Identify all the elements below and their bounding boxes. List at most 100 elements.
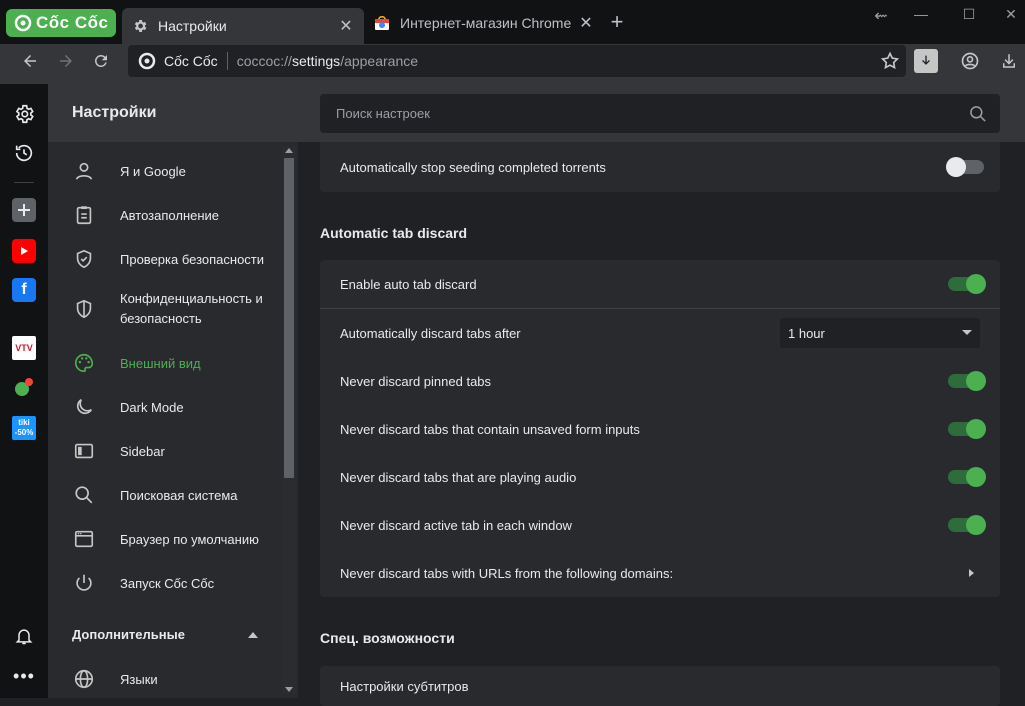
never-discard-pinned-row[interactable]: Never discard pinned tabs	[320, 357, 1000, 405]
never-discard-forms-row[interactable]: Never discard tabs that contain unsaved …	[320, 405, 1000, 453]
never-discard-audio-toggle[interactable]	[948, 467, 986, 487]
toggle-knob	[966, 274, 986, 294]
enable-auto-discard-toggle[interactable]	[948, 274, 986, 294]
moon-icon	[72, 395, 96, 419]
torrent-stop-seeding-toggle[interactable]	[946, 157, 984, 177]
tab-chrome-webstore[interactable]: Интернет-магазин Chrome ✕	[364, 8, 604, 38]
tiki-badge: -50%	[14, 428, 34, 437]
menu-item-label: Sidebar	[120, 443, 165, 459]
close-tab-icon[interactable]: ✕	[578, 15, 594, 32]
menu-item-autofill[interactable]: Автозаполнение	[72, 203, 219, 227]
menu-item-label: Запуск Cốc Cốc	[120, 575, 215, 591]
history-icon[interactable]	[12, 141, 36, 165]
download-arrow-icon	[922, 55, 930, 65]
reload-button[interactable]	[89, 49, 113, 73]
tab-title: Настройки	[158, 18, 227, 34]
bookmark-star-icon[interactable]	[880, 51, 900, 71]
never-discard-audio-row[interactable]: Never discard tabs that are playing audi…	[320, 453, 1000, 501]
menu-item-on-startup[interactable]: Запуск Cốc Cốc	[72, 571, 214, 595]
row-label: Automatically stop seeding completed tor…	[340, 159, 606, 175]
globe-icon	[72, 667, 96, 691]
menu-item-privacy[interactable]: Конфиденциальность и безопасность	[72, 289, 282, 329]
bell-icon[interactable]	[12, 624, 36, 648]
close-tab-icon[interactable]: ✕	[338, 18, 354, 35]
chrome-webstore-icon	[374, 15, 390, 31]
never-discard-active-toggle[interactable]	[948, 515, 986, 535]
accessibility-card: Настройки субтитров	[320, 666, 1000, 706]
section-title-tab-discard: Automatic tab discard	[320, 225, 468, 241]
scroll-down-arrow-icon[interactable]	[285, 687, 293, 692]
page-title: Настройки	[72, 104, 157, 121]
tab-title: Интернет-магазин Chrome	[400, 15, 572, 31]
search-input[interactable]: Поиск настроек	[320, 94, 1000, 133]
settings-icon[interactable]	[12, 102, 36, 126]
site-name: Cốc Cốc	[164, 53, 218, 69]
menu-item-label: Автозаполнение	[120, 207, 220, 223]
restore-tabs-icon[interactable]: ⇜	[866, 6, 896, 26]
row-label: Never discard pinned tabs	[340, 373, 492, 389]
omnibox-divider	[226, 52, 228, 70]
menu-item-sidebar[interactable]: Sidebar	[72, 439, 165, 463]
menu-item-appearance[interactable]: Внешний вид	[72, 351, 201, 375]
never-discard-domains-row[interactable]: Never discard tabs with URLs from the fo…	[320, 549, 1000, 597]
tab-discard-card: Enable auto tab discard Automatically di…	[320, 260, 1000, 597]
row-label: Automatically discard tabs after	[340, 325, 521, 341]
chevron-up-icon	[248, 632, 258, 638]
back-button[interactable]	[18, 49, 42, 73]
menu-item-you-and-google[interactable]: Я и Google	[72, 159, 186, 183]
menu-item-safety-check[interactable]: Проверка безопасности	[72, 247, 264, 271]
url-host: settings	[291, 53, 341, 69]
new-tab-button[interactable]: +	[606, 11, 628, 34]
tiki-label: tiki	[18, 418, 30, 427]
menu-item-label: Внешний вид	[120, 355, 201, 371]
enable-auto-discard-row[interactable]: Enable auto tab discard	[320, 260, 1000, 308]
search-icon[interactable]	[968, 104, 988, 124]
menu-item-dark-mode[interactable]: Dark Mode	[72, 395, 184, 419]
torrent-stop-seeding-row[interactable]: Automatically stop seeding completed tor…	[320, 142, 1000, 192]
tiki-icon[interactable]: tiki -50%	[12, 416, 36, 440]
downloads-button[interactable]	[997, 49, 1021, 73]
close-window-button[interactable]: ✕	[996, 6, 1025, 26]
menu-item-languages[interactable]: Языки	[72, 667, 158, 691]
app-sidebar-divider	[14, 182, 34, 183]
game-icon[interactable]	[12, 375, 36, 399]
vtv-go-icon[interactable]: VTV	[12, 336, 36, 360]
save-page-button[interactable]	[914, 49, 938, 73]
minimize-button[interactable]: —	[906, 6, 936, 26]
profile-button[interactable]	[958, 49, 982, 73]
shield-check-icon	[72, 247, 96, 271]
address-bar[interactable]: Cốc Cốc coccoc://settings/appearance	[128, 45, 906, 77]
menu-item-search-engine[interactable]: Поисковая система	[72, 483, 238, 507]
menu-item-label: Браузер по умолчанию	[120, 531, 259, 547]
scroll-up-arrow-icon[interactable]	[285, 148, 293, 153]
subtitles-settings-row[interactable]: Настройки субтитров	[320, 666, 1000, 706]
menu-scrollbar[interactable]	[282, 146, 296, 694]
maximize-button[interactable]: ☐	[954, 6, 984, 26]
coccoc-site-icon	[138, 52, 156, 70]
scrollbar-thumb[interactable]	[284, 158, 294, 478]
facebook-icon[interactable]: f	[12, 278, 36, 302]
add-icon[interactable]	[12, 198, 36, 222]
never-discard-active-row[interactable]: Never discard active tab in each window	[320, 501, 1000, 549]
app-sidebar: f VTV tiki -50% •••	[0, 84, 48, 698]
menu-item-label: Языки	[120, 671, 158, 687]
power-icon	[72, 571, 96, 595]
discard-after-select[interactable]: 1 hour	[780, 318, 980, 348]
menu-item-default-browser[interactable]: Браузер по умолчанию	[72, 527, 259, 551]
row-label: Never discard active tab in each window	[340, 517, 572, 533]
menu-item-label: Dark Mode	[120, 399, 184, 415]
tab-settings[interactable]: Настройки ✕	[122, 8, 364, 44]
download-icon	[1003, 54, 1015, 68]
coccoc-logo-button[interactable]: Cốc Cốc	[6, 9, 116, 37]
toggle-knob	[966, 371, 986, 391]
palette-icon	[72, 351, 96, 375]
forward-button[interactable]	[54, 49, 78, 73]
youtube-icon[interactable]	[12, 239, 36, 263]
more-icon[interactable]: •••	[12, 664, 36, 688]
never-discard-pinned-toggle[interactable]	[948, 371, 986, 391]
person-icon	[72, 159, 96, 183]
url-text[interactable]: coccoc://settings/appearance	[237, 53, 418, 69]
advanced-section-toggle[interactable]: Дополнительные	[72, 627, 262, 642]
never-discard-forms-toggle[interactable]	[948, 419, 986, 439]
chevron-right-icon	[969, 569, 974, 577]
